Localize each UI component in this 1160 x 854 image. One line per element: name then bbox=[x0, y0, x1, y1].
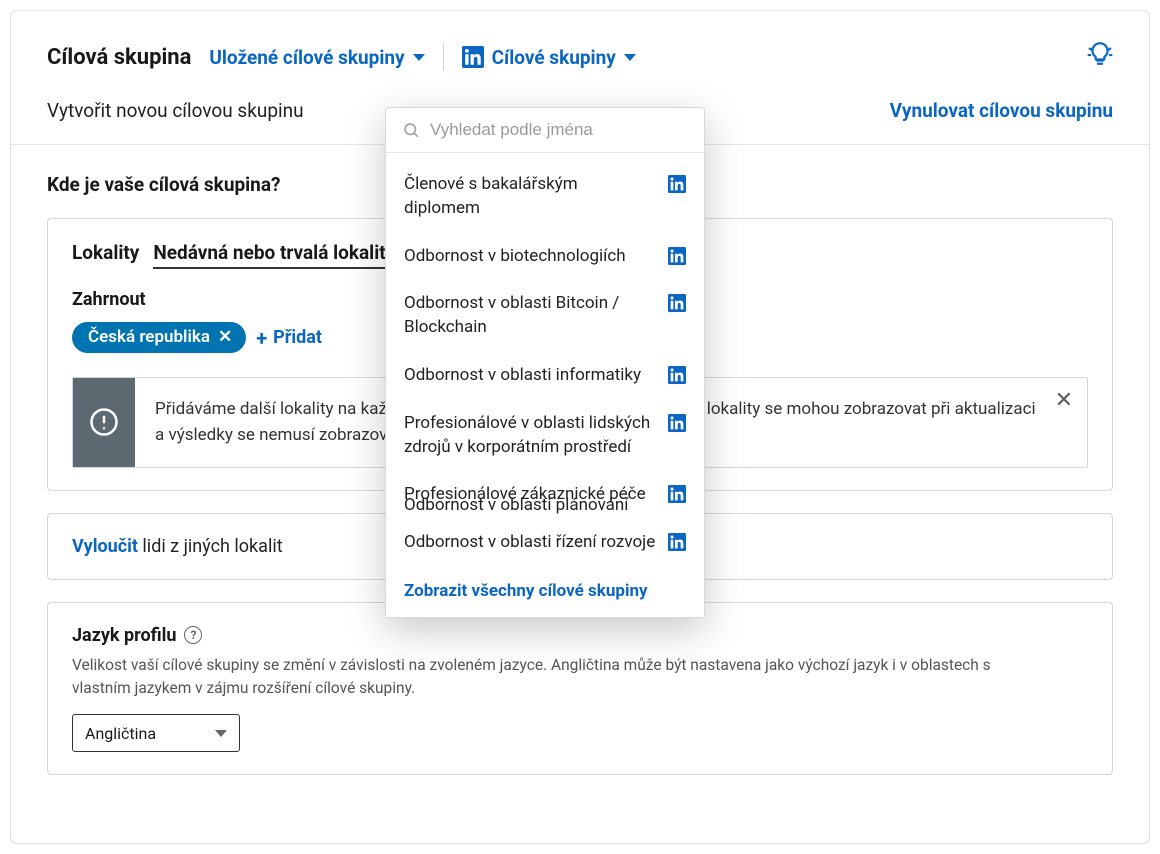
popover-search[interactable] bbox=[386, 108, 704, 153]
list-item-label: Odbornost v oblasti Bitcoin / Blockchain bbox=[404, 292, 656, 340]
linkedin-icon bbox=[668, 294, 686, 312]
target-groups-dropdown[interactable]: Cílové skupiny bbox=[462, 46, 636, 69]
list-item[interactable]: Profesionálové v oblasti lidských zdrojů… bbox=[386, 400, 704, 472]
language-description: Velikost vaší cílové skupiny se změní v … bbox=[72, 654, 1052, 701]
saved-groups-dropdown[interactable]: Uložené cílové skupiny bbox=[209, 46, 424, 69]
saved-groups-label: Uložené cílové skupiny bbox=[209, 46, 404, 69]
help-icon[interactable]: ? bbox=[184, 626, 202, 644]
list-item[interactable]: Odbornost v oblasti informatiky bbox=[386, 352, 704, 400]
list-item-label: Profesionálové v oblasti lidských zdrojů… bbox=[404, 412, 656, 460]
list-item[interactable]: Členové s bakalářským diplomem bbox=[386, 161, 704, 233]
plus-icon: + bbox=[256, 328, 267, 348]
list-item[interactable]: Odbornost v oblasti Bitcoin / Blockchain bbox=[386, 280, 704, 352]
linkedin-icon bbox=[668, 533, 686, 551]
language-selected: Angličtina bbox=[85, 724, 156, 743]
popover-search-input[interactable] bbox=[430, 120, 688, 140]
show-all-link[interactable]: Zobrazit všechny cílové skupiny bbox=[386, 567, 704, 617]
language-title: Jazyk profilu bbox=[72, 625, 176, 646]
list-item-label: Členové s bakalářským diplomem bbox=[404, 173, 656, 221]
linkedin-icon bbox=[668, 414, 686, 432]
locations-scope-dropdown[interactable]: Nedávná nebo trvalá lokalita bbox=[153, 241, 395, 269]
linkedin-icon bbox=[668, 175, 686, 193]
linkedin-icon bbox=[668, 366, 686, 384]
add-label: Přidat bbox=[273, 327, 322, 348]
lightbulb-icon[interactable] bbox=[1087, 41, 1113, 71]
alert-close-button[interactable]: ✕ bbox=[1055, 390, 1073, 412]
target-groups-popover: Členové s bakalářským diplomem Odbornost … bbox=[385, 107, 705, 618]
page-title: Cílová skupina bbox=[47, 45, 191, 70]
list-item[interactable]: Odbornost v biotechnologiích bbox=[386, 233, 704, 281]
chevron-down-icon bbox=[624, 54, 636, 61]
linkedin-icon bbox=[668, 247, 686, 265]
chevron-down-icon bbox=[215, 730, 227, 737]
close-icon[interactable]: ✕ bbox=[218, 329, 232, 346]
list-item-label: Odbornost v oblasti informatiky bbox=[404, 364, 641, 388]
reset-link[interactable]: Vynulovat cílovou skupinu bbox=[890, 99, 1113, 122]
locations-label: Lokality bbox=[72, 241, 139, 264]
list-item-label: Odbornost v oblasti řízení rozvoje bbox=[404, 531, 655, 555]
list-item-label: Odbornost v biotechnologiích bbox=[404, 245, 626, 269]
alert-icon bbox=[73, 378, 135, 467]
language-select[interactable]: Angličtina bbox=[72, 714, 240, 752]
chip-label: Česká republika bbox=[88, 327, 210, 347]
target-groups-label: Cílové skupiny bbox=[492, 46, 616, 69]
linkedin-icon bbox=[462, 46, 484, 68]
add-location-button[interactable]: + Přidat bbox=[256, 327, 322, 348]
list-item-cut[interactable]: Odbornost v oblasti plánování bbox=[404, 495, 674, 515]
divider bbox=[443, 43, 444, 71]
exclude-rest: lidi z jiných lokalit bbox=[138, 536, 283, 557]
location-chip[interactable]: Česká republika ✕ bbox=[72, 322, 246, 353]
list-item[interactable]: Odbornost v oblasti řízení rozvoje bbox=[386, 519, 704, 567]
exclude-highlight: Vyloučit bbox=[72, 536, 138, 557]
search-icon bbox=[402, 121, 420, 139]
language-panel: Jazyk profilu ? Velikost vaší cílové sku… bbox=[47, 602, 1113, 776]
chevron-down-icon bbox=[413, 54, 425, 61]
create-new-label: Vytvořit novou cílovou skupinu bbox=[47, 99, 304, 122]
